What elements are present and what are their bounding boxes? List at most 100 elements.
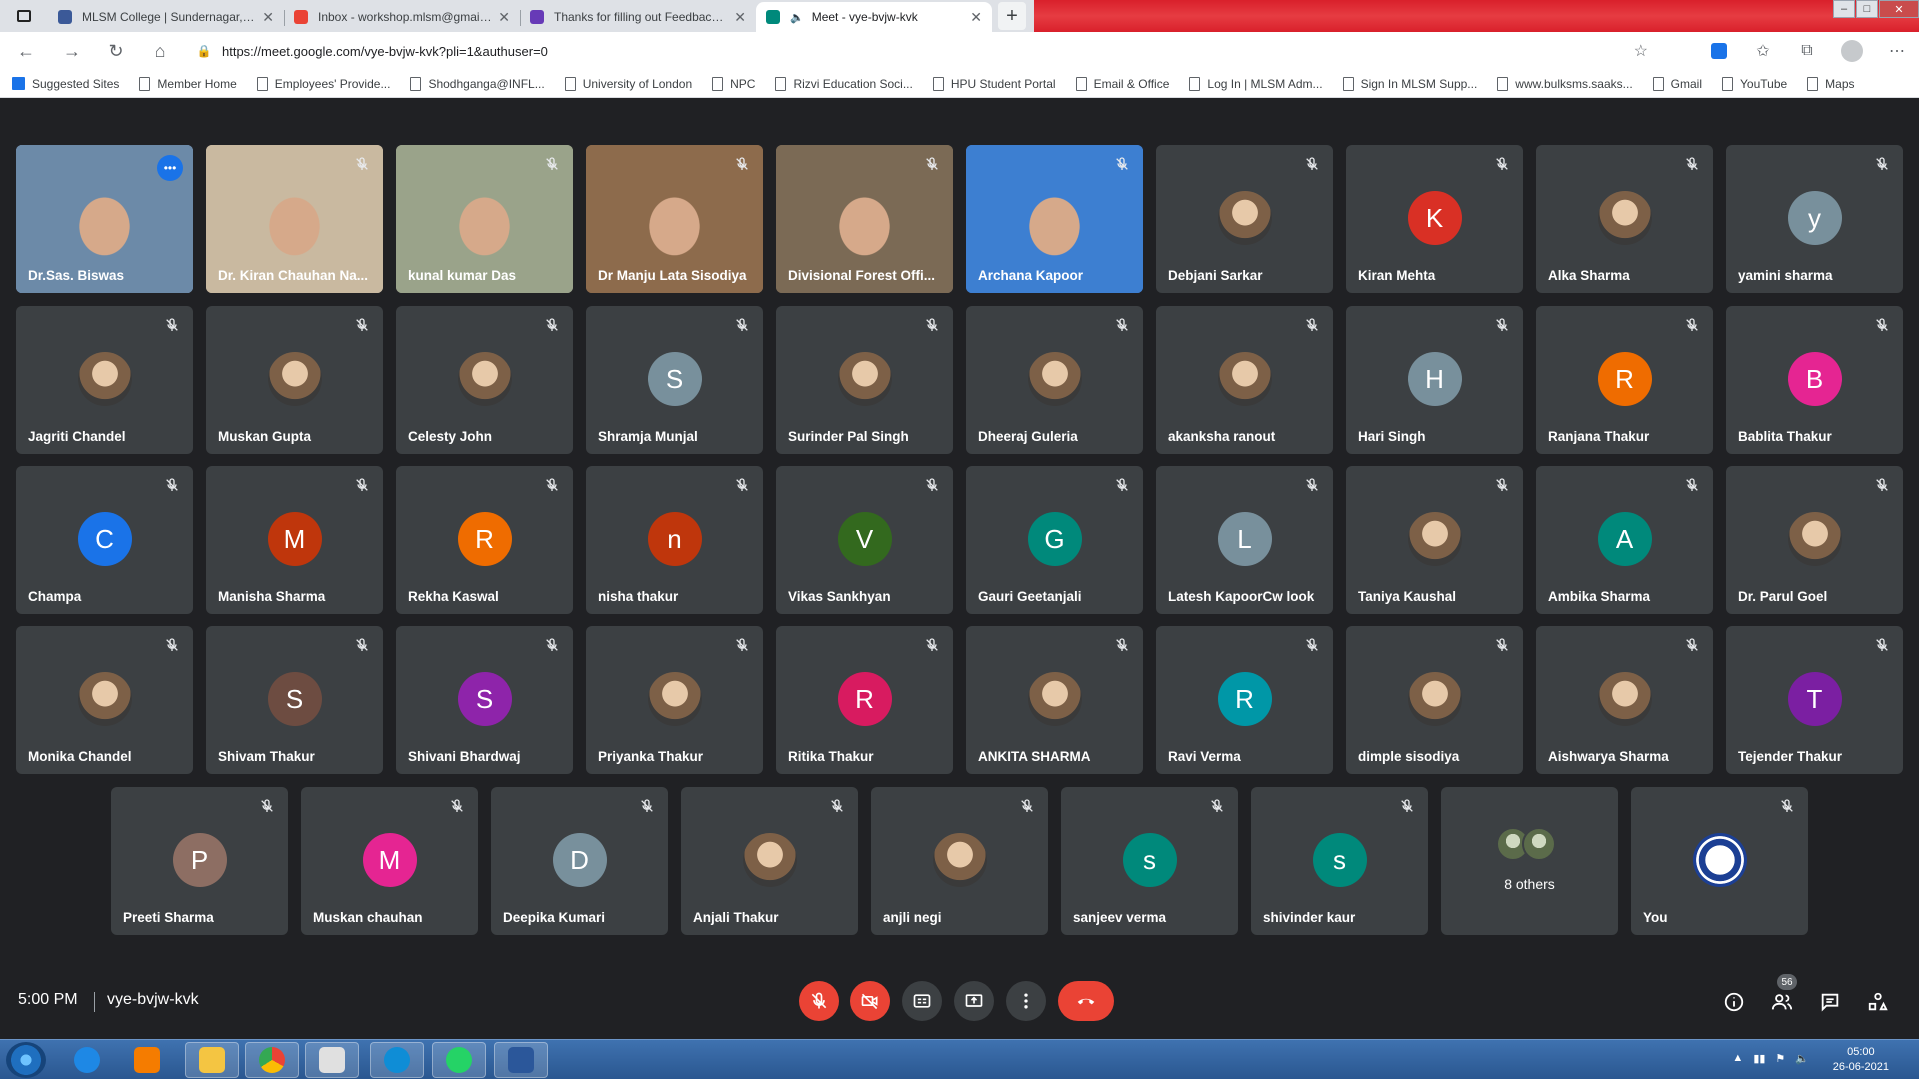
chat-button[interactable] — [1816, 988, 1844, 1016]
participant-tile[interactable]: V Vikas Sankhyan — [776, 466, 953, 614]
participant-tile[interactable]: Priyanka Thakur — [586, 626, 763, 774]
bookmark-item[interactable]: YouTube — [1722, 76, 1787, 91]
address-bar[interactable]: 🔒 https://meet.google.com/vye-bvjw-kvk?p… — [192, 36, 1660, 66]
participant-tile[interactable]: n nisha thakur — [586, 466, 763, 614]
collections-icon[interactable]: ⧉ — [1785, 42, 1829, 60]
browser-tab[interactable]: MLSM College | Sundernagar, Mandi ✕ — [48, 2, 284, 32]
participant-tile[interactable]: A Ambika Sharma — [1536, 466, 1713, 614]
leave-call-button[interactable] — [1058, 981, 1114, 1021]
chrome-taskbar-icon[interactable] — [245, 1042, 299, 1078]
microphone-toggle-button[interactable] — [799, 981, 839, 1021]
participant-tile[interactable]: Debjani Sarkar — [1156, 145, 1333, 293]
close-tab-icon[interactable]: ✕ — [262, 9, 274, 26]
participant-tile[interactable]: S Shivani Bhardwaj — [396, 626, 573, 774]
participant-tile[interactable]: Archana Kapoor — [966, 145, 1143, 293]
browser-tab[interactable]: Inbox - workshop.mlsm@gmail.com ✕ — [284, 2, 520, 32]
participant-tile[interactable]: akanksha ranout — [1156, 306, 1333, 454]
people-button[interactable] — [1768, 988, 1796, 1016]
minimize-icon[interactable]: – — [1833, 0, 1855, 18]
participant-tile[interactable]: M Muskan chauhan — [301, 787, 478, 935]
bookmark-item[interactable]: Rizvi Education Soci... — [775, 76, 913, 91]
volume-icon[interactable]: 🔈 — [1795, 1052, 1809, 1065]
participant-tile[interactable]: D Deepika Kumari — [491, 787, 668, 935]
media-player-taskbar-icon[interactable] — [120, 1042, 174, 1078]
more-menu-icon[interactable]: ⋯ — [1875, 41, 1919, 61]
tab-audio-icon[interactable]: 🔈 — [790, 11, 804, 24]
bookmark-item[interactable]: NPC — [712, 76, 755, 91]
signal-icon[interactable]: ▮▮ — [1753, 1052, 1765, 1065]
bookmark-item[interactable]: Email & Office — [1075, 76, 1169, 91]
more-options-button[interactable] — [1006, 981, 1046, 1021]
bookmark-item[interactable]: Member Home — [139, 76, 237, 91]
bookmark-item[interactable]: Sign In MLSM Supp... — [1342, 76, 1477, 91]
participant-tile[interactable]: Monika Chandel — [16, 626, 193, 774]
participant-tile[interactable]: Dr. Parul Goel — [1726, 466, 1903, 614]
bookmark-item[interactable]: Log In | MLSM Adm... — [1189, 76, 1323, 91]
bookmark-item[interactable]: Suggested Sites — [12, 77, 119, 91]
captions-button[interactable] — [902, 981, 942, 1021]
activities-button[interactable] — [1864, 988, 1892, 1016]
favorites-icon[interactable]: ✩ — [1741, 41, 1785, 61]
browser-tab[interactable]: Thanks for filling out Feedback form ✕ — [520, 2, 756, 32]
profile-avatar[interactable] — [1841, 40, 1863, 62]
bookmark-item[interactable]: Gmail — [1652, 76, 1702, 91]
taskbar-clock[interactable]: 05:00 26-06-2021 — [1833, 1045, 1889, 1075]
whatsapp-taskbar-icon[interactable] — [432, 1042, 486, 1078]
maximize-icon[interactable]: □ — [1856, 0, 1878, 18]
close-tab-icon[interactable]: ✕ — [734, 9, 746, 26]
participant-tile[interactable]: dimple sisodiya — [1346, 626, 1523, 774]
participant-tile[interactable]: R Ravi Verma — [1156, 626, 1333, 774]
participant-tile[interactable]: ••• Dr.Sas. Biswas — [16, 145, 193, 293]
participant-tile[interactable]: G Gauri Geetanjali — [966, 466, 1143, 614]
participant-tile[interactable]: S Shivam Thakur — [206, 626, 383, 774]
participant-tile[interactable]: T Tejender Thakur — [1726, 626, 1903, 774]
participant-tile[interactable]: R Ritika Thakur — [776, 626, 953, 774]
bookmark-item[interactable]: Shodhganga@INFL... — [410, 76, 545, 91]
participant-tile[interactable]: Alka Sharma — [1536, 145, 1713, 293]
present-screen-button[interactable] — [954, 981, 994, 1021]
participant-tile[interactable]: Dr Manju Lata Sisodiya — [586, 145, 763, 293]
participant-tile[interactable]: Celesty John — [396, 306, 573, 454]
participant-tile[interactable]: You — [1631, 787, 1808, 935]
participant-tile[interactable]: Divisional Forest Offi... — [776, 145, 953, 293]
start-button[interactable] — [6, 1042, 46, 1078]
participant-tile[interactable]: Surinder Pal Singh — [776, 306, 953, 454]
bookmark-item[interactable]: www.bulksms.saaks... — [1497, 76, 1633, 91]
tray-arrow-icon[interactable]: ▲ — [1732, 1052, 1743, 1065]
participant-tile[interactable]: H Hari Singh — [1346, 306, 1523, 454]
back-button[interactable]: ← — [6, 33, 46, 69]
participant-tile[interactable]: Muskan Gupta — [206, 306, 383, 454]
participant-tile[interactable]: anjli negi — [871, 787, 1048, 935]
participant-tile[interactable]: B Bablita Thakur — [1726, 306, 1903, 454]
close-tab-icon[interactable]: ✕ — [498, 9, 510, 26]
extension-icon[interactable] — [1711, 43, 1727, 59]
new-tab-button[interactable]: + — [998, 2, 1026, 30]
forward-button[interactable]: → — [52, 33, 92, 69]
reload-button[interactable]: ↻ — [96, 33, 136, 69]
participant-tile[interactable]: Taniya Kaushal — [1346, 466, 1523, 614]
camera-toggle-button[interactable] — [850, 981, 890, 1021]
ie-taskbar-icon[interactable] — [60, 1042, 114, 1078]
participant-tile[interactable]: C Champa — [16, 466, 193, 614]
participant-tile[interactable]: R Rekha Kaswal — [396, 466, 573, 614]
participant-tile[interactable]: Aishwarya Sharma — [1536, 626, 1713, 774]
participant-tile[interactable]: 8 others — [1441, 787, 1618, 935]
speech-taskbar-icon[interactable] — [305, 1042, 359, 1078]
bookmark-item[interactable]: University of London — [564, 76, 692, 91]
participant-tile[interactable]: L Latesh KapoorCw look — [1156, 466, 1333, 614]
url-text[interactable]: https://meet.google.com/vye-bvjw-kvk?pli… — [222, 44, 548, 59]
participant-tile[interactable]: Dheeraj Guleria — [966, 306, 1143, 454]
participant-tile[interactable]: ANKITA SHARMA — [966, 626, 1143, 774]
participant-tile[interactable]: S Shramja Munjal — [586, 306, 763, 454]
add-favorite-icon[interactable]: ☆ — [1634, 41, 1648, 61]
explorer-taskbar-icon[interactable] — [185, 1042, 239, 1078]
edge-taskbar-icon[interactable] — [370, 1042, 424, 1078]
participant-tile[interactable]: R Ranjana Thakur — [1536, 306, 1713, 454]
participant-tile[interactable]: Dr. Kiran Chauhan Na... — [206, 145, 383, 293]
participant-tile[interactable]: kunal kumar Das — [396, 145, 573, 293]
participant-tile[interactable]: P Preeti Sharma — [111, 787, 288, 935]
participant-tile[interactable]: s sanjeev verma — [1061, 787, 1238, 935]
participant-tile[interactable]: y yamini sharma — [1726, 145, 1903, 293]
close-tab-icon[interactable]: ✕ — [970, 9, 982, 26]
bookmark-item[interactable]: Maps — [1807, 76, 1855, 91]
